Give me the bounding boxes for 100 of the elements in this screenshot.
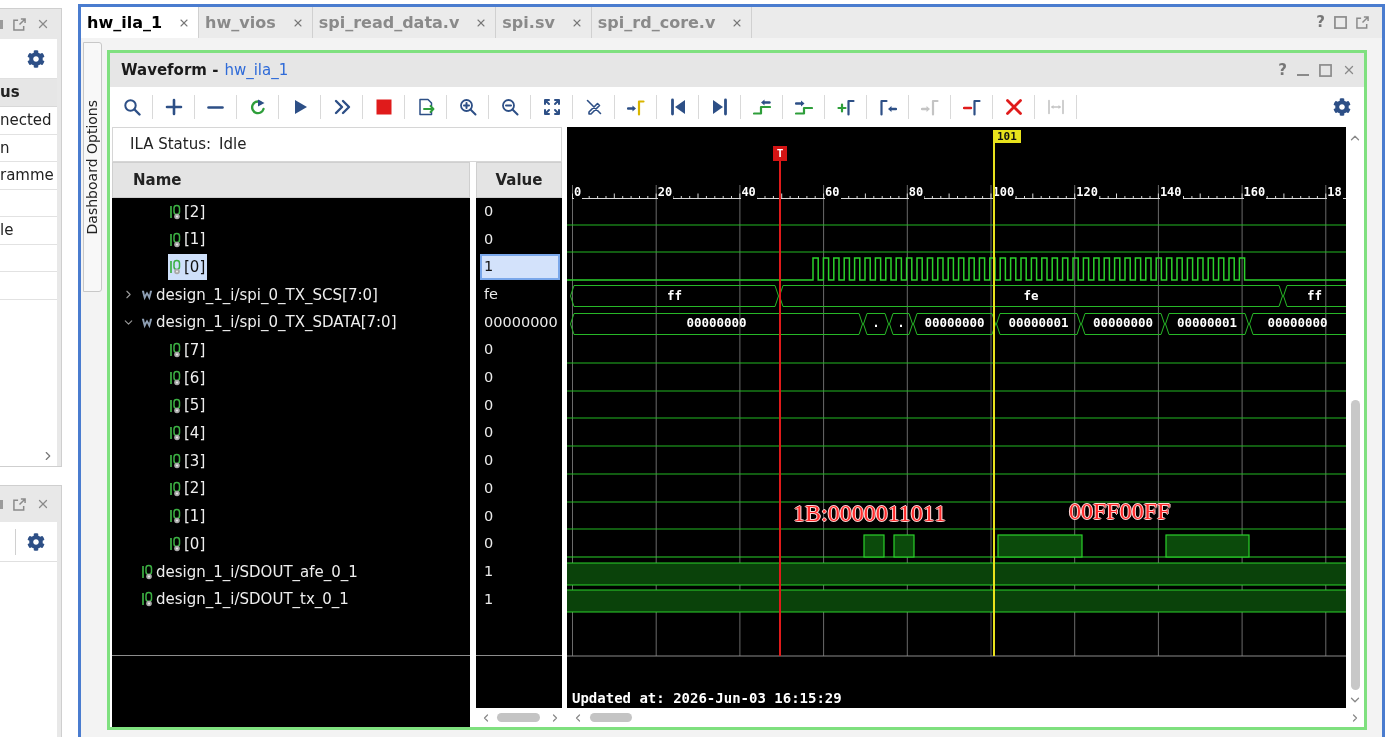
bit-signal-icon bbox=[169, 259, 181, 276]
bit-signal-icon bbox=[169, 508, 181, 525]
signal-value: 0 bbox=[484, 478, 494, 498]
pop-out-icon[interactable] bbox=[13, 17, 26, 31]
source-link[interactable]: hw_ila_1 bbox=[224, 58, 289, 82]
circular-arrow-icon bbox=[248, 98, 267, 116]
signal-value: 0 bbox=[484, 451, 494, 471]
time-tick-label: 100 bbox=[992, 185, 1016, 199]
bit-signal-icon bbox=[169, 536, 181, 553]
zoom-out-icon bbox=[500, 98, 519, 116]
bus-value-segment: . bbox=[863, 312, 889, 335]
bus-value-segment: 00000001 bbox=[996, 312, 1081, 335]
ila-status-label: ILA Status: bbox=[130, 134, 211, 156]
signal-value: 0 bbox=[484, 395, 494, 415]
plus-icon bbox=[164, 98, 183, 116]
bit-signal-icon bbox=[141, 591, 153, 608]
signal-value: 1 bbox=[484, 589, 494, 609]
bus-value-segment: fe bbox=[779, 285, 1283, 308]
table-cell-text: nected bbox=[0, 110, 52, 131]
cross-icon bbox=[1004, 98, 1023, 116]
scrollbar-thumb[interactable] bbox=[590, 713, 632, 722]
close-icon[interactable] bbox=[1342, 63, 1356, 77]
bit-signal-icon bbox=[169, 453, 181, 470]
arrow-bracket-icon bbox=[626, 98, 645, 116]
bracket-arrow-icon bbox=[878, 98, 897, 116]
signal-name[interactable]: [5] bbox=[184, 392, 208, 419]
scrollbar-thumb[interactable] bbox=[497, 713, 540, 722]
pop-out-icon[interactable] bbox=[1356, 16, 1369, 29]
settings-icon[interactable] bbox=[27, 532, 45, 551]
signal-name[interactable]: [6] bbox=[184, 364, 208, 391]
time-tick-label: 0 bbox=[574, 185, 583, 199]
bit-signal-icon bbox=[169, 231, 181, 248]
annotation-text: 1B:0000011011 bbox=[793, 501, 946, 525]
time-tick-label: 60 bbox=[825, 185, 841, 199]
bus-signal-icon bbox=[141, 288, 153, 301]
bus-value-segment: . bbox=[889, 312, 913, 335]
plus-bracket-icon bbox=[836, 98, 855, 116]
measure-icon bbox=[1046, 98, 1065, 116]
help-button[interactable]: ? bbox=[1278, 58, 1287, 82]
time-tick-label: 120 bbox=[1076, 185, 1099, 199]
minimize-icon[interactable] bbox=[0, 19, 3, 29]
pop-out-icon[interactable] bbox=[13, 497, 26, 511]
minus-bracket-icon bbox=[962, 98, 981, 116]
signal-value: 1 bbox=[480, 254, 560, 281]
bit-signal-icon bbox=[169, 425, 181, 442]
arrow-bracket-icon bbox=[920, 98, 939, 116]
cursor-marker-label[interactable]: 101 bbox=[993, 130, 1021, 143]
trigger-marker-label[interactable]: T bbox=[773, 146, 787, 161]
annotation-text: 00FF00FF bbox=[1069, 499, 1171, 523]
skip-forward-icon bbox=[710, 98, 729, 116]
value-column-header[interactable]: Value bbox=[476, 162, 562, 198]
scrollbar-thumb[interactable] bbox=[1350, 400, 1360, 690]
signal-name[interactable]: [2] bbox=[184, 475, 208, 502]
minimize-icon[interactable] bbox=[0, 499, 3, 509]
table-cell-text: ramme bbox=[0, 165, 54, 186]
close-icon[interactable] bbox=[36, 17, 50, 31]
settings-icon bbox=[1333, 98, 1351, 116]
signal-name[interactable]: [1] bbox=[184, 226, 208, 253]
signal-value: 00000000 bbox=[484, 312, 558, 332]
time-tick-label: 80 bbox=[908, 185, 925, 199]
signal-name[interactable]: [0] bbox=[184, 254, 208, 281]
signal-value: 0 bbox=[484, 534, 494, 554]
close-icon[interactable] bbox=[36, 497, 50, 511]
signal-name[interactable]: [7] bbox=[184, 337, 208, 364]
signal-value: fe bbox=[484, 285, 499, 305]
zoom-in-icon bbox=[458, 98, 477, 116]
step-right-icon bbox=[794, 98, 813, 116]
signal-name[interactable]: [3] bbox=[184, 448, 208, 475]
signal-name[interactable]: [0] bbox=[184, 531, 208, 558]
editor-tab[interactable]: hw_ila_1 bbox=[81, 7, 200, 38]
signal-value: 0 bbox=[484, 201, 494, 221]
maximize-icon[interactable] bbox=[1334, 16, 1347, 29]
bus-value-segment: 00000000 bbox=[1249, 312, 1346, 335]
signal-value: 0 bbox=[484, 340, 494, 360]
settings-icon[interactable] bbox=[27, 49, 45, 68]
bit-signal-icon bbox=[169, 369, 181, 386]
maximize-icon[interactable] bbox=[1319, 63, 1332, 77]
signal-name[interactable]: design_1_i/SDOUT_tx_0_1 bbox=[156, 586, 351, 613]
help-button[interactable]: ? bbox=[1316, 11, 1325, 34]
signal-name[interactable]: design_1_i/spi_0_TX_SDATA[7:0] bbox=[156, 309, 399, 336]
bus-value-segment: 00000000 bbox=[570, 312, 863, 335]
waveform-canvas[interactable]: 0 20 40 60 80 100 120 140 160 18 ff fe ff 00000000 . . 00000000 00000001 00000000 00000001 00000000 T 101 1B:0000011011 00FF00FF Updated at: 2026-Jun-03 16:15:29 bbox=[567, 127, 1346, 708]
bus-value-segment: ff bbox=[1283, 285, 1346, 308]
fit-arrows-icon bbox=[542, 98, 561, 116]
stop-icon bbox=[374, 98, 393, 116]
export-icon bbox=[416, 98, 435, 116]
bit-signal-icon bbox=[169, 397, 181, 414]
signal-name[interactable]: [4] bbox=[184, 420, 208, 447]
signal-name[interactable]: design_1_i/SDOUT_afe_0_1 bbox=[156, 558, 360, 585]
name-column-header[interactable]: Name bbox=[112, 162, 470, 198]
time-tick-label: 160 bbox=[1243, 185, 1267, 199]
signal-name[interactable]: design_1_i/spi_0_TX_SCS[7:0] bbox=[156, 281, 380, 308]
dashboard-options-tab[interactable]: Dashboard Options bbox=[83, 42, 102, 292]
search-icon bbox=[122, 98, 141, 116]
signal-name[interactable]: [1] bbox=[184, 503, 208, 530]
time-tick-label: 40 bbox=[741, 185, 757, 199]
signal-value: 0 bbox=[484, 423, 494, 443]
signal-value: 0 bbox=[484, 368, 494, 388]
signal-name[interactable]: [2] bbox=[184, 198, 208, 225]
update-timestamp: Updated at: 2026-Jun-03 16:15:29 bbox=[572, 690, 842, 706]
